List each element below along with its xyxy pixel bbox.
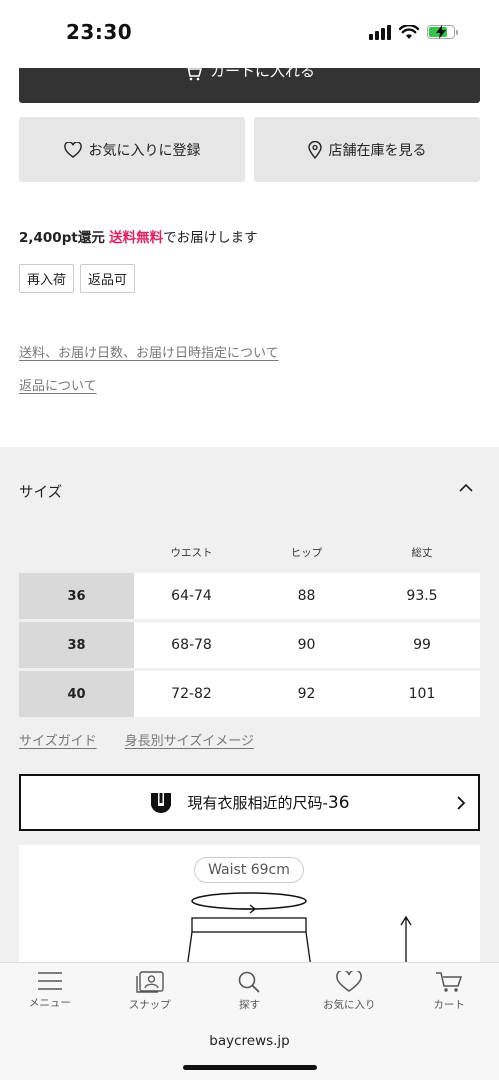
- favorite-button[interactable]: お気に入りに登録: [19, 117, 245, 182]
- table-row: 36 64-74 88 93.5: [19, 573, 480, 619]
- length-value: 93.5: [364, 573, 480, 619]
- size-table-header: ウエスト ヒップ 総丈: [19, 545, 480, 560]
- nav-menu-label: メニュー: [28, 997, 71, 1009]
- free-shipping-label: 送料無料: [109, 230, 164, 246]
- table-row: 40 72-82 92 101: [19, 671, 480, 717]
- nav-cart[interactable]: カート: [399, 963, 499, 1020]
- header-waist: ウエスト: [170, 547, 213, 559]
- length-value: 99: [364, 622, 480, 668]
- nav-search[interactable]: 探す: [200, 963, 300, 1020]
- chevron-up-icon[interactable]: [459, 483, 473, 492]
- status-time: 23:30: [66, 20, 133, 44]
- fit-recommendation-text: 現有衣服相近的尺码-36: [187, 793, 350, 813]
- nav-search-label: 探す: [238, 999, 260, 1011]
- status-icons: [369, 24, 458, 40]
- nav-favorites[interactable]: お気に入り: [299, 963, 399, 1020]
- chevron-right-icon: [457, 796, 466, 810]
- waist-measure-badge: Waist 69cm: [194, 857, 304, 883]
- size-guide-link[interactable]: サイズガイド: [19, 730, 97, 749]
- waist-value: 72-82: [134, 671, 249, 717]
- size-label: 40: [19, 671, 134, 717]
- unisize-logo-icon: [151, 792, 172, 813]
- size-links: サイズガイド 身長別サイズイメージ: [19, 730, 254, 749]
- favorite-label: お気に入りに登録: [88, 142, 201, 159]
- header-empty: [19, 545, 134, 560]
- cellular-signal-icon: [369, 24, 391, 40]
- returns-link[interactable]: 返品について: [19, 375, 97, 394]
- points-value: 2,400pt還元: [19, 230, 105, 246]
- tag-returnable: 返品可: [80, 264, 136, 293]
- size-section-title: サイズ: [19, 485, 63, 501]
- size-table: ウエスト ヒップ 総丈 36 64-74 88 93.5 38 68-78 90…: [19, 545, 480, 717]
- home-indicator[interactable]: [183, 1065, 317, 1070]
- bottom-navigation: メニュー スナップ 探す お気に入り カート: [0, 962, 499, 1020]
- battery-icon: [427, 25, 458, 39]
- nav-snap-label: スナップ: [128, 999, 171, 1011]
- heart-icon: [63, 141, 82, 158]
- header-length: 総丈: [411, 547, 433, 559]
- size-label: 38: [19, 622, 134, 668]
- shipping-suffix: でお届けします: [163, 230, 258, 246]
- nav-favorites-label: お気に入り: [323, 999, 376, 1011]
- status-bar: 23:30: [0, 0, 499, 68]
- hip-value: 88: [249, 573, 364, 619]
- cart-icon: [436, 972, 463, 992]
- browser-url-bar[interactable]: baycrews.jp: [0, 1020, 499, 1080]
- waist-value: 64-74: [134, 573, 249, 619]
- snap-icon: [135, 971, 164, 993]
- tag-restock: 再入荷: [19, 264, 75, 293]
- heart-icon: [336, 971, 363, 992]
- store-stock-label: 店舗在庫を見る: [328, 142, 427, 159]
- table-row: 38 68-78 90 99: [19, 622, 480, 668]
- size-label: 36: [19, 573, 134, 619]
- fit-size-value: 36: [327, 793, 350, 813]
- hip-value: 92: [249, 671, 364, 717]
- wifi-icon: [399, 24, 419, 39]
- points-info: 2,400pt還元 送料無料でお届けします: [19, 226, 258, 246]
- length-value: 101: [364, 671, 480, 717]
- hip-value: 90: [249, 622, 364, 668]
- header-hip: ヒップ: [290, 547, 323, 559]
- location-pin-icon: [307, 140, 322, 159]
- nav-snap[interactable]: スナップ: [100, 963, 200, 1020]
- url-text: baycrews.jp: [209, 1033, 290, 1049]
- shipping-info-link[interactable]: 送料、お届け日数、お届け日時指定について: [19, 342, 279, 361]
- store-stock-button[interactable]: 店舗在庫を見る: [254, 117, 480, 182]
- search-icon: [239, 971, 261, 993]
- nav-menu[interactable]: メニュー: [0, 963, 100, 1020]
- action-row: お気に入りに登録 店舗在庫を見る: [19, 117, 480, 182]
- menu-icon: [37, 972, 62, 990]
- nav-cart-label: カート: [433, 999, 465, 1011]
- waist-value: 68-78: [134, 622, 249, 668]
- product-tags: 再入荷 返品可: [19, 264, 136, 293]
- fit-recommendation-button[interactable]: 現有衣服相近的尺码-36: [19, 774, 480, 831]
- height-size-image-link[interactable]: 身長別サイズイメージ: [125, 730, 254, 749]
